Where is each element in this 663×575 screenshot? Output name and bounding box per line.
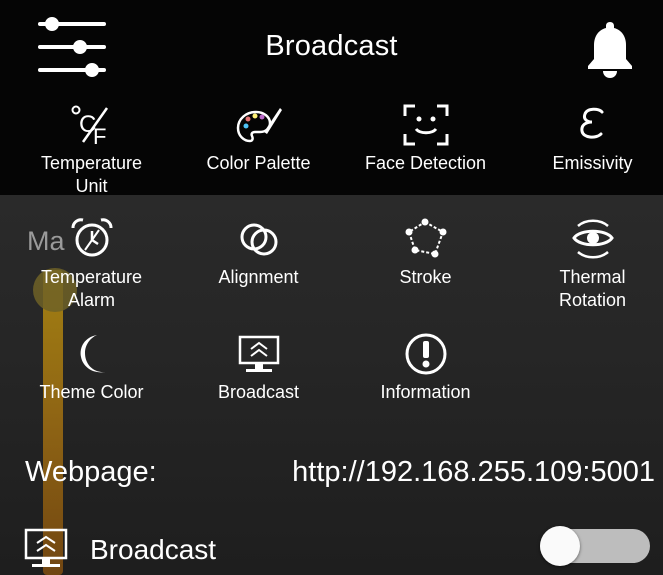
broadcast-setting-row: Broadcast xyxy=(0,520,663,575)
bell-icon[interactable] xyxy=(582,20,638,78)
emissivity-icon xyxy=(579,107,603,139)
menu-item-label: Emissivity xyxy=(552,153,633,173)
menu-item-label: Temperature Alarm xyxy=(40,267,143,310)
info-icon xyxy=(405,333,446,375)
face-detection-icon xyxy=(403,104,448,146)
stroke-icon xyxy=(405,218,446,258)
menu-item-temperature-unit[interactable]: C F Temperature Unit xyxy=(9,102,174,198)
menu-item-label: Alignment xyxy=(218,267,299,287)
menu-item-label: Thermal Rotation xyxy=(558,267,627,310)
menu-item-label: Color Palette xyxy=(206,153,311,173)
menu-item-color-palette[interactable]: Color Palette xyxy=(176,102,341,175)
menu-item-temperature-alarm[interactable]: Temperature Alarm xyxy=(9,216,174,312)
menu-item-face-detection[interactable]: Face Detection xyxy=(343,102,508,175)
menu-item-label: Information xyxy=(380,382,471,402)
app-header: Broadcast xyxy=(0,0,663,100)
menu-item-theme-color[interactable]: Theme Color xyxy=(9,331,174,404)
menu-item-label: Face Detection xyxy=(364,153,487,173)
menu-item-label: Theme Color xyxy=(39,382,144,402)
menu-item-broadcast[interactable]: Broadcast xyxy=(176,331,341,404)
menu-item-thermal-rotation[interactable]: Thermal Rotation xyxy=(510,216,663,312)
page-title: Broadcast xyxy=(265,30,398,62)
temperature-unit-icon: C F xyxy=(71,105,108,148)
menu-item-label: Broadcast xyxy=(217,382,300,402)
broadcast-monitor-icon xyxy=(24,528,68,567)
svg-text:F: F xyxy=(93,124,106,148)
rotation-eye-icon xyxy=(571,219,614,259)
broadcast-monitor-icon xyxy=(238,335,279,372)
menu-item-stroke[interactable]: Stroke xyxy=(343,216,508,289)
moon-icon xyxy=(80,335,105,373)
menu-item-emissivity[interactable]: Emissivity xyxy=(510,102,663,175)
menu-item-information[interactable]: Information xyxy=(343,331,508,404)
alignment-icon xyxy=(240,223,277,256)
menu-item-alignment[interactable]: Alignment xyxy=(176,216,341,289)
palette-icon xyxy=(236,108,282,143)
alarm-clock-icon xyxy=(71,218,112,257)
broadcast-toggle[interactable] xyxy=(540,526,650,566)
toggle-knob[interactable] xyxy=(540,526,580,566)
menu-item-label: Stroke xyxy=(399,267,452,287)
menu-item-label: Temperature Unit xyxy=(40,153,143,196)
broadcast-setting-label: Broadcast xyxy=(90,534,217,565)
webpage-label: Webpage: xyxy=(25,456,157,488)
webpage-url[interactable]: http://192.168.255.109:5001 xyxy=(292,456,655,489)
